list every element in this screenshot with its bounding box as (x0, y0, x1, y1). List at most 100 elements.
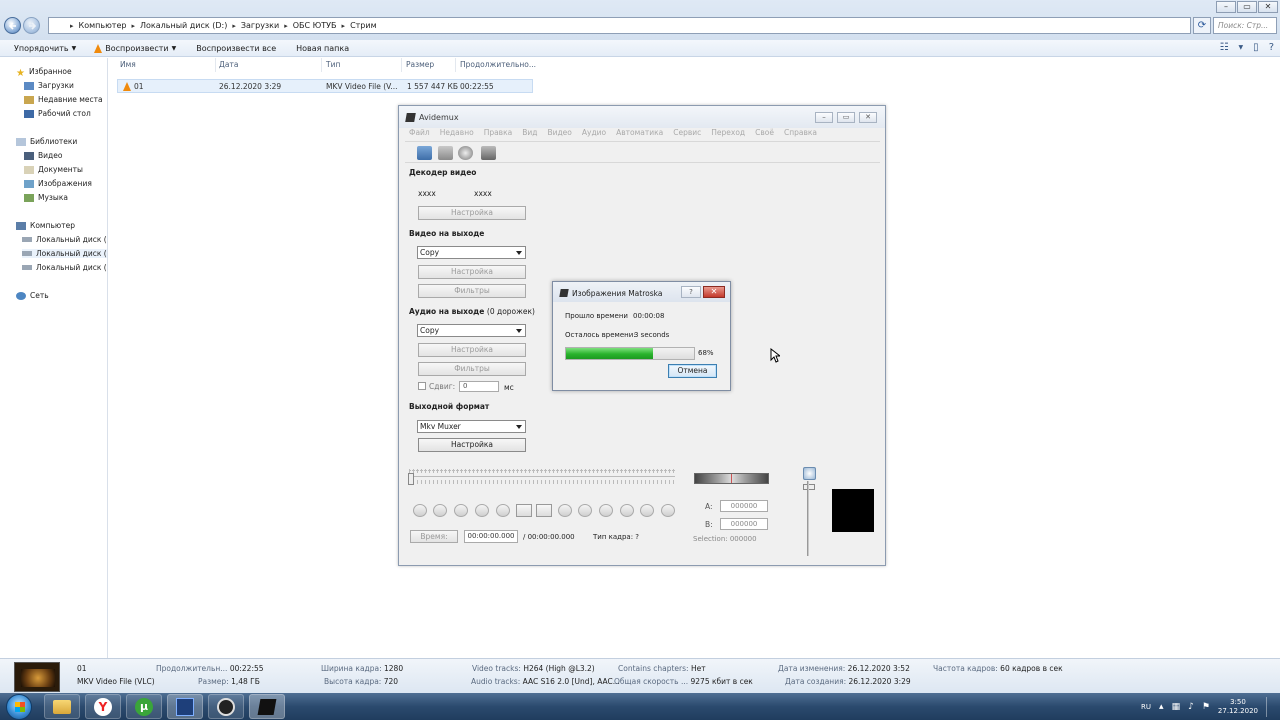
breadcrumb-obs[interactable]: ▸ ОБС ЮТУБ (279, 21, 336, 30)
nav-libraries[interactable]: Библиотеки (16, 137, 77, 146)
taskbar-obs[interactable] (208, 694, 244, 719)
close-button[interactable]: ✕ (1258, 1, 1278, 13)
new-folder-button[interactable]: Новая папка (296, 44, 349, 53)
set-marker-b-icon[interactable] (536, 504, 552, 517)
cancel-button[interactable]: Отмена (668, 364, 717, 378)
avidemux-maximize-button[interactable]: ▭ (837, 112, 855, 123)
time-button[interactable]: Время: (410, 530, 458, 543)
video-filters-button[interactable]: Фильтры (418, 284, 526, 298)
stop-icon[interactable] (433, 504, 447, 517)
column-header-type[interactable]: Тип (326, 60, 340, 69)
jog-shuttle[interactable] (694, 473, 769, 484)
menu-recent[interactable]: Недавно (440, 128, 474, 137)
minimize-button[interactable]: – (1216, 1, 1236, 13)
nav-disk-c[interactable]: Локальный диск (C (22, 235, 107, 244)
muxer-settings-button[interactable]: Настройка (418, 438, 526, 452)
breadcrumb-stream[interactable]: ▸ Стрим (337, 21, 377, 30)
play-all-button[interactable]: Воспроизвести все (196, 44, 276, 53)
nav-documents[interactable]: Документы (24, 165, 83, 174)
start-button[interactable] (6, 694, 32, 720)
back-button[interactable] (4, 17, 21, 34)
volume-tray-icon[interactable]: ♪ (1188, 702, 1194, 712)
menu-help[interactable]: Справка (784, 128, 817, 137)
goto-marker-a-icon[interactable] (640, 504, 654, 517)
decoder-settings-button[interactable]: Настройка (418, 206, 526, 220)
language-indicator[interactable]: RU (1141, 703, 1151, 711)
marker-b-field[interactable]: 000000 (720, 518, 768, 530)
muxer-select[interactable]: Mkv Muxer (417, 420, 526, 433)
breadcrumb-computer[interactable]: ▸ Компьютер (65, 21, 126, 30)
goto-marker-b-icon[interactable] (661, 504, 675, 517)
marker-a-field[interactable]: 000000 (720, 500, 768, 512)
timeline-slider[interactable] (409, 470, 675, 482)
nav-recent[interactable]: Недавние места (24, 95, 103, 104)
column-header-date[interactable]: Дата (219, 60, 238, 69)
chevron-down-icon[interactable]: ▼ (1239, 44, 1244, 51)
audio-settings-button[interactable]: Настройка (418, 343, 526, 357)
calculator-icon[interactable] (481, 146, 496, 160)
nav-images[interactable]: Изображения (24, 179, 92, 188)
video-settings-button[interactable]: Настройка (418, 265, 526, 279)
nav-favorites[interactable]: ★ Избранное (16, 67, 72, 79)
menu-audio[interactable]: Аудио (582, 128, 606, 137)
refresh-icon[interactable]: ⟳ (1193, 17, 1211, 34)
menu-video[interactable]: Видео (547, 128, 571, 137)
current-time-field[interactable]: 00:00:00.000 (464, 530, 518, 543)
clock[interactable]: 3:50 27.12.2020 (1218, 698, 1258, 716)
column-header-duration[interactable]: Продолжительно... (460, 60, 536, 69)
maximize-button[interactable]: ▭ (1237, 1, 1257, 13)
search-input[interactable]: Поиск: Стр... (1213, 17, 1277, 34)
column-header-name[interactable]: Имя (120, 60, 136, 69)
dialog-close-button[interactable]: ✕ (703, 286, 725, 298)
nav-video[interactable]: Видео (24, 151, 62, 160)
volume-knob[interactable] (803, 484, 815, 490)
nav-network[interactable]: Сеть (16, 291, 49, 300)
preview-pane-icon[interactable]: ▯ (1253, 42, 1259, 53)
avidemux-titlebar[interactable]: Avidemux – ▭ ✕ (399, 106, 885, 128)
taskbar-utorrent[interactable]: µ (126, 694, 162, 719)
breadcrumb-downloads[interactable]: ▸ Загрузки (227, 21, 279, 30)
shift-checkbox[interactable] (418, 382, 426, 390)
set-marker-a-icon[interactable] (516, 504, 532, 517)
audio-codec-select[interactable]: Copy (417, 324, 526, 337)
file-row[interactable]: 01 26.12.2020 3:29 MKV Video File (V... … (117, 79, 533, 93)
taskbar-app[interactable] (167, 694, 203, 719)
breadcrumb-disk-d[interactable]: ▸ Локальный диск (D:) (126, 21, 227, 30)
nav-desktop[interactable]: Рабочий стол (24, 109, 91, 118)
info-icon[interactable] (458, 146, 473, 160)
flag-tray-icon[interactable]: ⚑ (1202, 702, 1210, 712)
menu-file[interactable]: Файл (409, 128, 430, 137)
taskbar-avidemux[interactable] (249, 694, 285, 719)
menu-go[interactable]: Переход (711, 128, 745, 137)
play-icon[interactable] (413, 504, 427, 517)
nav-downloads[interactable]: Загрузки (24, 81, 74, 90)
menu-tools[interactable]: Сервис (673, 128, 701, 137)
network-tray-icon[interactable]: ▦ (1172, 702, 1181, 712)
play-button[interactable]: Воспроизвести ▼ (94, 43, 176, 53)
video-codec-select[interactable]: Copy (417, 246, 526, 259)
menu-edit[interactable]: Правка (484, 128, 513, 137)
taskbar-yandex[interactable]: Y (85, 694, 121, 719)
shift-input[interactable]: 0 (459, 381, 499, 392)
previous-black-frame-icon[interactable] (558, 504, 572, 517)
avidemux-close-button[interactable]: ✕ (859, 112, 877, 123)
nav-music[interactable]: Музыка (24, 193, 68, 202)
next-frame-icon[interactable] (475, 504, 489, 517)
goto-end-icon[interactable] (620, 504, 634, 517)
forward-button[interactable] (23, 17, 40, 34)
dialog-titlebar[interactable]: Изображения Matroska ? ✕ (553, 282, 730, 302)
avidemux-minimize-button[interactable]: – (815, 112, 833, 123)
open-file-icon[interactable] (417, 146, 432, 160)
column-header-size[interactable]: Размер (406, 60, 434, 69)
menu-auto[interactable]: Автоматика (616, 128, 663, 137)
view-options-icon[interactable]: ☷ (1220, 42, 1229, 53)
nav-disk-e[interactable]: Локальный диск (E (22, 263, 107, 272)
dialog-help-button[interactable]: ? (681, 286, 701, 298)
address-input[interactable]: ▸ Компьютер ▸ Локальный диск (D:) ▸ Загрузк… (48, 17, 1191, 34)
timeline-knob[interactable] (408, 473, 414, 485)
taskbar-explorer[interactable] (44, 694, 80, 719)
nav-computer[interactable]: Компьютер (16, 221, 75, 230)
previous-keyframe-icon[interactable] (496, 504, 510, 517)
audio-filters-button[interactable]: Фильтры (418, 362, 526, 376)
show-desktop-button[interactable] (1266, 697, 1274, 717)
